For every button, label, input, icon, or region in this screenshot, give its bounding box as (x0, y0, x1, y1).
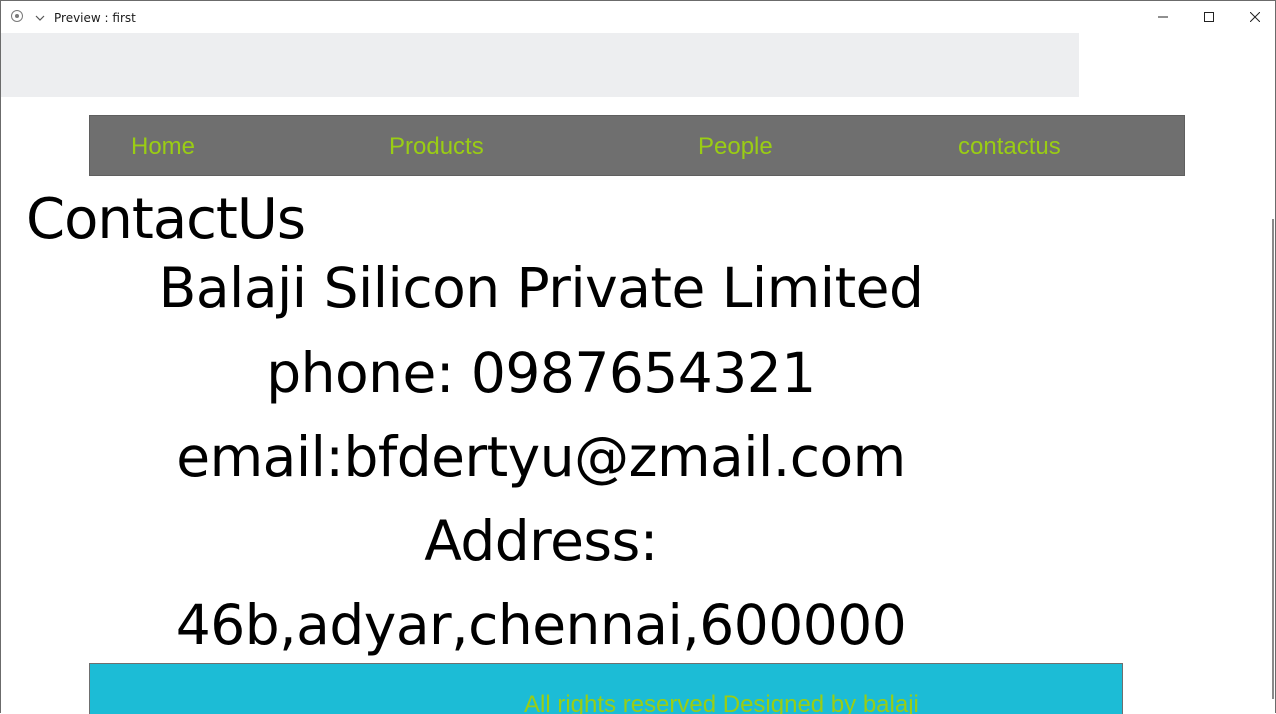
top-banner (1, 33, 1079, 97)
page-title: ContactUs (26, 187, 306, 252)
close-icon (1250, 12, 1260, 22)
maximize-icon (1204, 12, 1214, 22)
company-name: Balaji Silicon Private Limited (158, 256, 924, 320)
maximize-button[interactable] (1186, 1, 1232, 33)
nav-link-contactus[interactable]: contactus (958, 133, 1061, 161)
address-label: Address: (424, 509, 658, 573)
minimize-icon (1158, 16, 1168, 18)
address-text: 46b,adyar,chennai,600000 (175, 593, 907, 657)
window-titlebar: Preview : first (1, 1, 1275, 33)
nav-link-products[interactable]: Products (389, 133, 484, 161)
footer-text: All rights reserved Designed by balaji (524, 691, 919, 714)
window-title: Preview : first (54, 11, 136, 25)
close-button[interactable] (1232, 1, 1276, 33)
main-navbar: Home Products People contactus (89, 115, 1185, 176)
phone-text: phone: 0987654321 (266, 341, 816, 405)
nav-link-home[interactable]: Home (131, 133, 195, 161)
vertical-scrollbar[interactable] (1272, 219, 1274, 699)
record-circle-icon[interactable] (11, 10, 23, 22)
email-text: email:bfdertyu@zmail.com (176, 425, 906, 489)
page-footer: All rights reserved Designed by balaji (89, 663, 1123, 714)
chevron-down-icon[interactable] (35, 8, 45, 21)
minimize-button[interactable] (1140, 1, 1186, 33)
nav-link-people[interactable]: People (698, 133, 773, 161)
